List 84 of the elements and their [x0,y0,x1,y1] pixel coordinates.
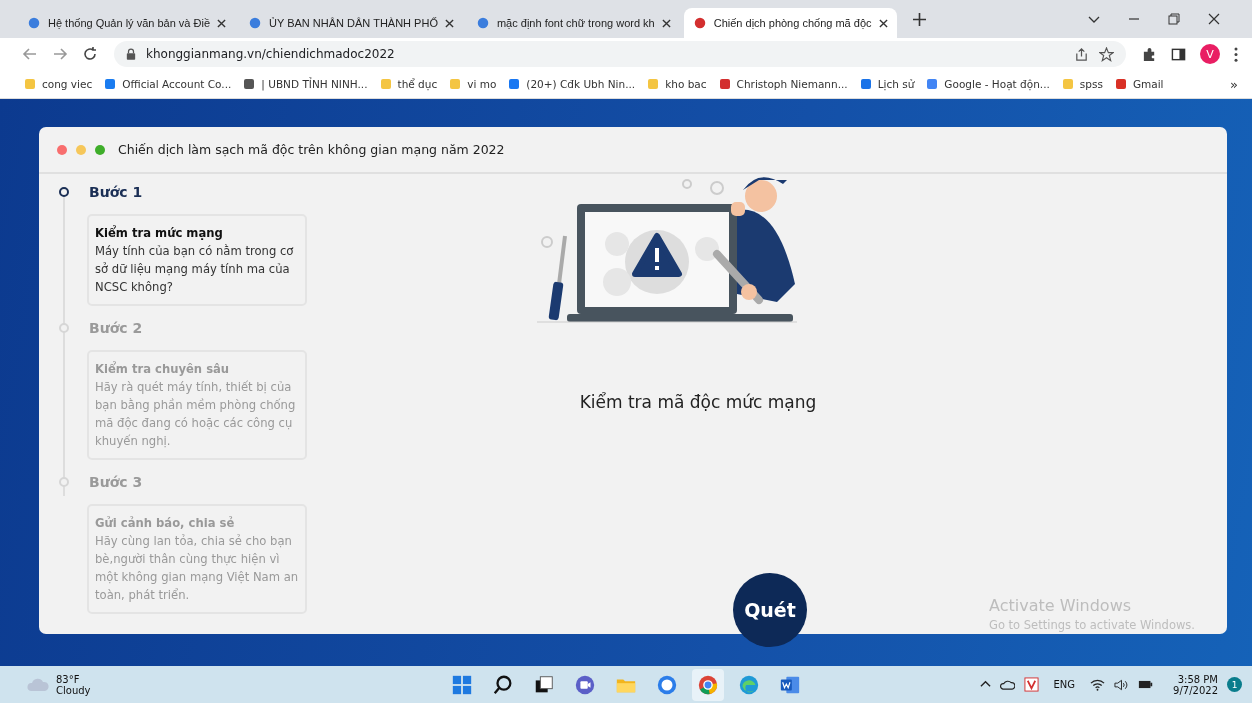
site-icon [692,16,707,30]
window-dot-icon [95,144,105,155]
star-icon[interactable] [1099,46,1114,62]
start-icon[interactable] [451,673,473,696]
bookmark-icon [379,78,392,90]
puzzle-icon[interactable] [1142,46,1157,62]
window-dot-icon [76,144,86,155]
bookmark-icon [449,78,462,90]
site-icon [475,16,490,30]
bookmark-icon [24,78,36,90]
profile-avatar[interactable]: V [1200,44,1220,64]
chevron-up-icon[interactable] [979,679,991,690]
battery-icon[interactable] [1138,679,1155,690]
chrome-icon[interactable] [697,673,719,696]
clock-date[interactable]: 9/7/2022 [1173,684,1218,696]
bookmark[interactable]: Gmail [1114,78,1164,90]
bookmark[interactable]: vi mo [449,78,497,90]
wifi-icon[interactable] [1090,678,1106,691]
bookmark-icon [508,78,521,90]
forward-arrow-icon[interactable] [52,46,68,62]
bookmark-icon [926,78,939,90]
bookmark[interactable]: (20+) Cđk Ubh Nin... [508,78,636,90]
step-description: Hãy rà quét máy tính, thiết bị của bạn bằng phần mềm phòng chống mã độc đang có hoặc các công cụ khuyến nghị. [95,379,297,450]
step-heading: Kiểm tra mức mạng [95,224,224,242]
caption-text: Kiểm tra mã độc mức mạng [579,392,817,412]
step-card[interactable]: Kiểm tra mức mạng Máy tính của bạn có nằm trong cơ sở dữ liệu mạng máy tính ma của NCSC không? [87,214,307,306]
window-dot-icon [57,144,67,155]
weather-temperature: 83°F [56,673,81,685]
bookmark-icon [718,78,731,90]
browser-tab[interactable]: ỦY BAN NHÂN DÂN THÀNH PHỐ [239,8,463,38]
bookmark[interactable]: kho bac [647,78,707,90]
v-logo-icon[interactable] [1023,677,1039,692]
cloud-icon [26,677,50,692]
browser-tab[interactable]: Chiến dịch phòng chống mã độc [683,8,897,38]
bookmark[interactable]: Google - Hoạt độn... [926,78,1050,90]
step-title: Bước 3 [89,474,143,490]
bookmark-icon [1114,78,1127,90]
weather-condition: Cloudy [56,684,91,696]
bookmark-icon [104,78,117,90]
step-description: Máy tính của bạn có nằm trong cơ sở dữ liệu mạng máy tính ma của NCSC không? [95,243,295,296]
bookmark[interactable]: Official Account Co... [104,78,232,90]
search-icon[interactable] [492,673,514,696]
bookmark[interactable]: thể dục [379,78,438,90]
address-bar[interactable]: khonggianmang.vn/chiendichmadoc2022 [114,41,1126,67]
site-icon [27,16,41,30]
close-icon[interactable] [1208,13,1220,25]
more-menu-icon[interactable] [1234,46,1238,62]
video-chat-icon[interactable] [574,673,596,696]
reload-icon[interactable] [82,46,98,62]
language-indicator[interactable]: ENG [1053,679,1076,690]
more-bookmarks-button[interactable]: » [1230,76,1238,92]
bookmark[interactable]: Christoph Niemann... [718,78,848,90]
step-title: Bước 2 [89,320,143,336]
speaker-icon[interactable] [1114,678,1130,691]
bookmark[interactable]: spss [1061,78,1103,90]
close-icon[interactable] [217,18,227,28]
lock-icon [126,48,136,60]
close-icon[interactable] [444,18,454,28]
clock-time[interactable]: 3:58 PM [1177,673,1218,685]
bookmark[interactable]: | UBND TỈNH NINH... [243,78,368,90]
close-icon[interactable] [661,18,671,28]
bookmark-icon [647,78,660,90]
bookmark-icon [859,78,872,90]
close-icon[interactable] [878,18,888,28]
bookmark-icon [1061,78,1074,90]
restore-icon[interactable] [1168,13,1180,25]
bookmark-icon [243,78,256,90]
step-description: Hãy cùng lan tỏa, chia sẻ cho bạn bè,người thân cùng thực hiện vì một không gian mạng Việt Nam an toàn, phát triển. [95,533,299,604]
browser-tab[interactable]: mặc định font chữ trong word kh [466,8,680,38]
share-icon[interactable] [1074,46,1089,62]
url-text: khonggianmang.vn/chiendichmadoc2022 [146,47,395,61]
browser-tab[interactable]: Hệ thống Quản lý văn bản và Điề [18,8,236,38]
step-heading: Kiểm tra chuyên sâu [95,360,231,378]
plus-icon[interactable] [912,12,926,26]
back-arrow-icon[interactable] [22,46,38,62]
bookmark[interactable]: Lịch sử [859,78,915,90]
side-panel-icon[interactable] [1171,46,1186,62]
cloud-icon[interactable] [999,679,1015,690]
step-heading: Gửi cảnh báo, chia sẻ [95,515,236,532]
step-title: Bước 1 [89,184,143,200]
bookmark[interactable]: cong viec [24,78,93,90]
notification-badge[interactable]: 1 [1227,677,1242,692]
card-title: Chiến dịch làm sạch mã độc trên không gian mạng năm 2022 [118,142,505,157]
site-icon [248,16,263,30]
